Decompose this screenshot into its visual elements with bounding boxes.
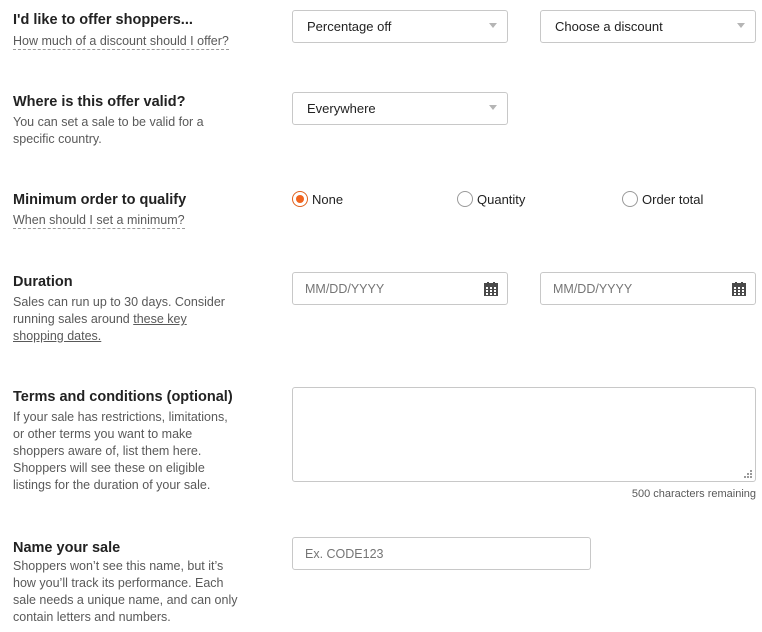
name-desc-line: sale needs a unique name, and can only — [13, 593, 238, 607]
calendar-icon[interactable] — [732, 282, 746, 296]
radio-quantity-label: Quantity — [477, 191, 526, 207]
discount-amount-value: Choose a discount — [555, 19, 663, 34]
char-count: 500 characters remaining — [631, 488, 756, 500]
name-desc-line: contain letters and numbers. — [13, 610, 171, 624]
radio-quantity[interactable]: Quantity — [457, 191, 525, 207]
duration-desc-line: running sales around these key — [13, 311, 225, 328]
name-title: Name your sale — [13, 540, 121, 556]
end-date-input[interactable]: MM/DD/YYYY — [540, 272, 756, 305]
terms-desc-line: Shoppers will see these on eligible — [13, 461, 205, 475]
shopping-dates-link[interactable]: these key — [133, 312, 187, 326]
caret-down-icon — [489, 105, 497, 110]
minimum-help-link[interactable]: When should I set a minimum? — [13, 213, 185, 229]
end-date-placeholder: MM/DD/YYYY — [553, 281, 633, 296]
valid-desc-line: You can set a sale to be valid for a — [13, 115, 204, 129]
discount-type-value: Percentage off — [307, 19, 392, 34]
resize-handle-icon[interactable] — [742, 468, 752, 478]
duration-title: Duration — [13, 274, 73, 290]
caret-down-icon — [489, 23, 497, 28]
terms-desc-line: If your sale has restrictions, limitatio… — [13, 410, 228, 424]
sale-name-input[interactable]: Ex. CODE123 — [292, 537, 591, 570]
minimum-help: When should I set a minimum? — [13, 212, 185, 229]
duration-desc: Sales can run up to 30 days. Consider ru… — [13, 294, 225, 345]
name-desc: Shoppers won’t see this name, but it’s h… — [13, 558, 237, 626]
offer-title: I'd like to offer shoppers... — [13, 12, 193, 28]
radio-none[interactable]: None — [292, 191, 343, 207]
terms-desc: If your sale has restrictions, limitatio… — [13, 409, 228, 494]
minimum-title: Minimum order to qualify — [13, 192, 187, 208]
terms-desc-line: or other terms you want to make — [13, 427, 193, 441]
terms-desc-line: listings for the duration of your sale. — [13, 478, 211, 492]
caret-down-icon — [737, 23, 745, 28]
sale-name-placeholder: Ex. CODE123 — [305, 546, 384, 561]
duration-desc-line: shopping dates. — [13, 328, 225, 345]
start-date-input[interactable]: MM/DD/YYYY — [292, 272, 508, 305]
valid-desc-line: specific country. — [13, 132, 102, 146]
terms-desc-line: shoppers aware of, list them here. — [13, 444, 202, 458]
radio-quantity-control[interactable] — [457, 191, 473, 207]
radio-none-control[interactable] — [292, 191, 308, 207]
name-desc-line: how you’ll track its performance. Each — [13, 576, 224, 590]
start-date-placeholder: MM/DD/YYYY — [305, 281, 385, 296]
duration-desc-prefix: running sales around — [13, 312, 130, 326]
duration-desc-line: Sales can run up to 30 days. Consider — [13, 295, 225, 309]
shopping-dates-link-cont[interactable]: shopping dates. — [13, 329, 101, 343]
valid-desc: You can set a sale to be valid for a spe… — [13, 114, 204, 148]
valid-title: Where is this offer valid? — [13, 94, 186, 110]
offer-help: How much of a discount should I offer? — [13, 33, 229, 50]
discount-type-select[interactable]: Percentage off — [292, 10, 508, 43]
radio-order-total-label: Order total — [642, 191, 704, 207]
radio-order-total[interactable]: Order total — [622, 191, 703, 207]
offer-help-link[interactable]: How much of a discount should I offer? — [13, 34, 229, 50]
name-desc-line: Shoppers won’t see this name, but it’s — [13, 559, 224, 573]
location-select[interactable]: Everywhere — [292, 92, 508, 125]
terms-title: Terms and conditions (optional) — [13, 389, 233, 405]
radio-none-label: None — [312, 191, 344, 207]
calendar-icon[interactable] — [484, 282, 498, 296]
discount-amount-select[interactable]: Choose a discount — [540, 10, 756, 43]
terms-textarea[interactable] — [292, 387, 756, 482]
location-value: Everywhere — [307, 101, 376, 116]
radio-order-total-control[interactable] — [622, 191, 638, 207]
